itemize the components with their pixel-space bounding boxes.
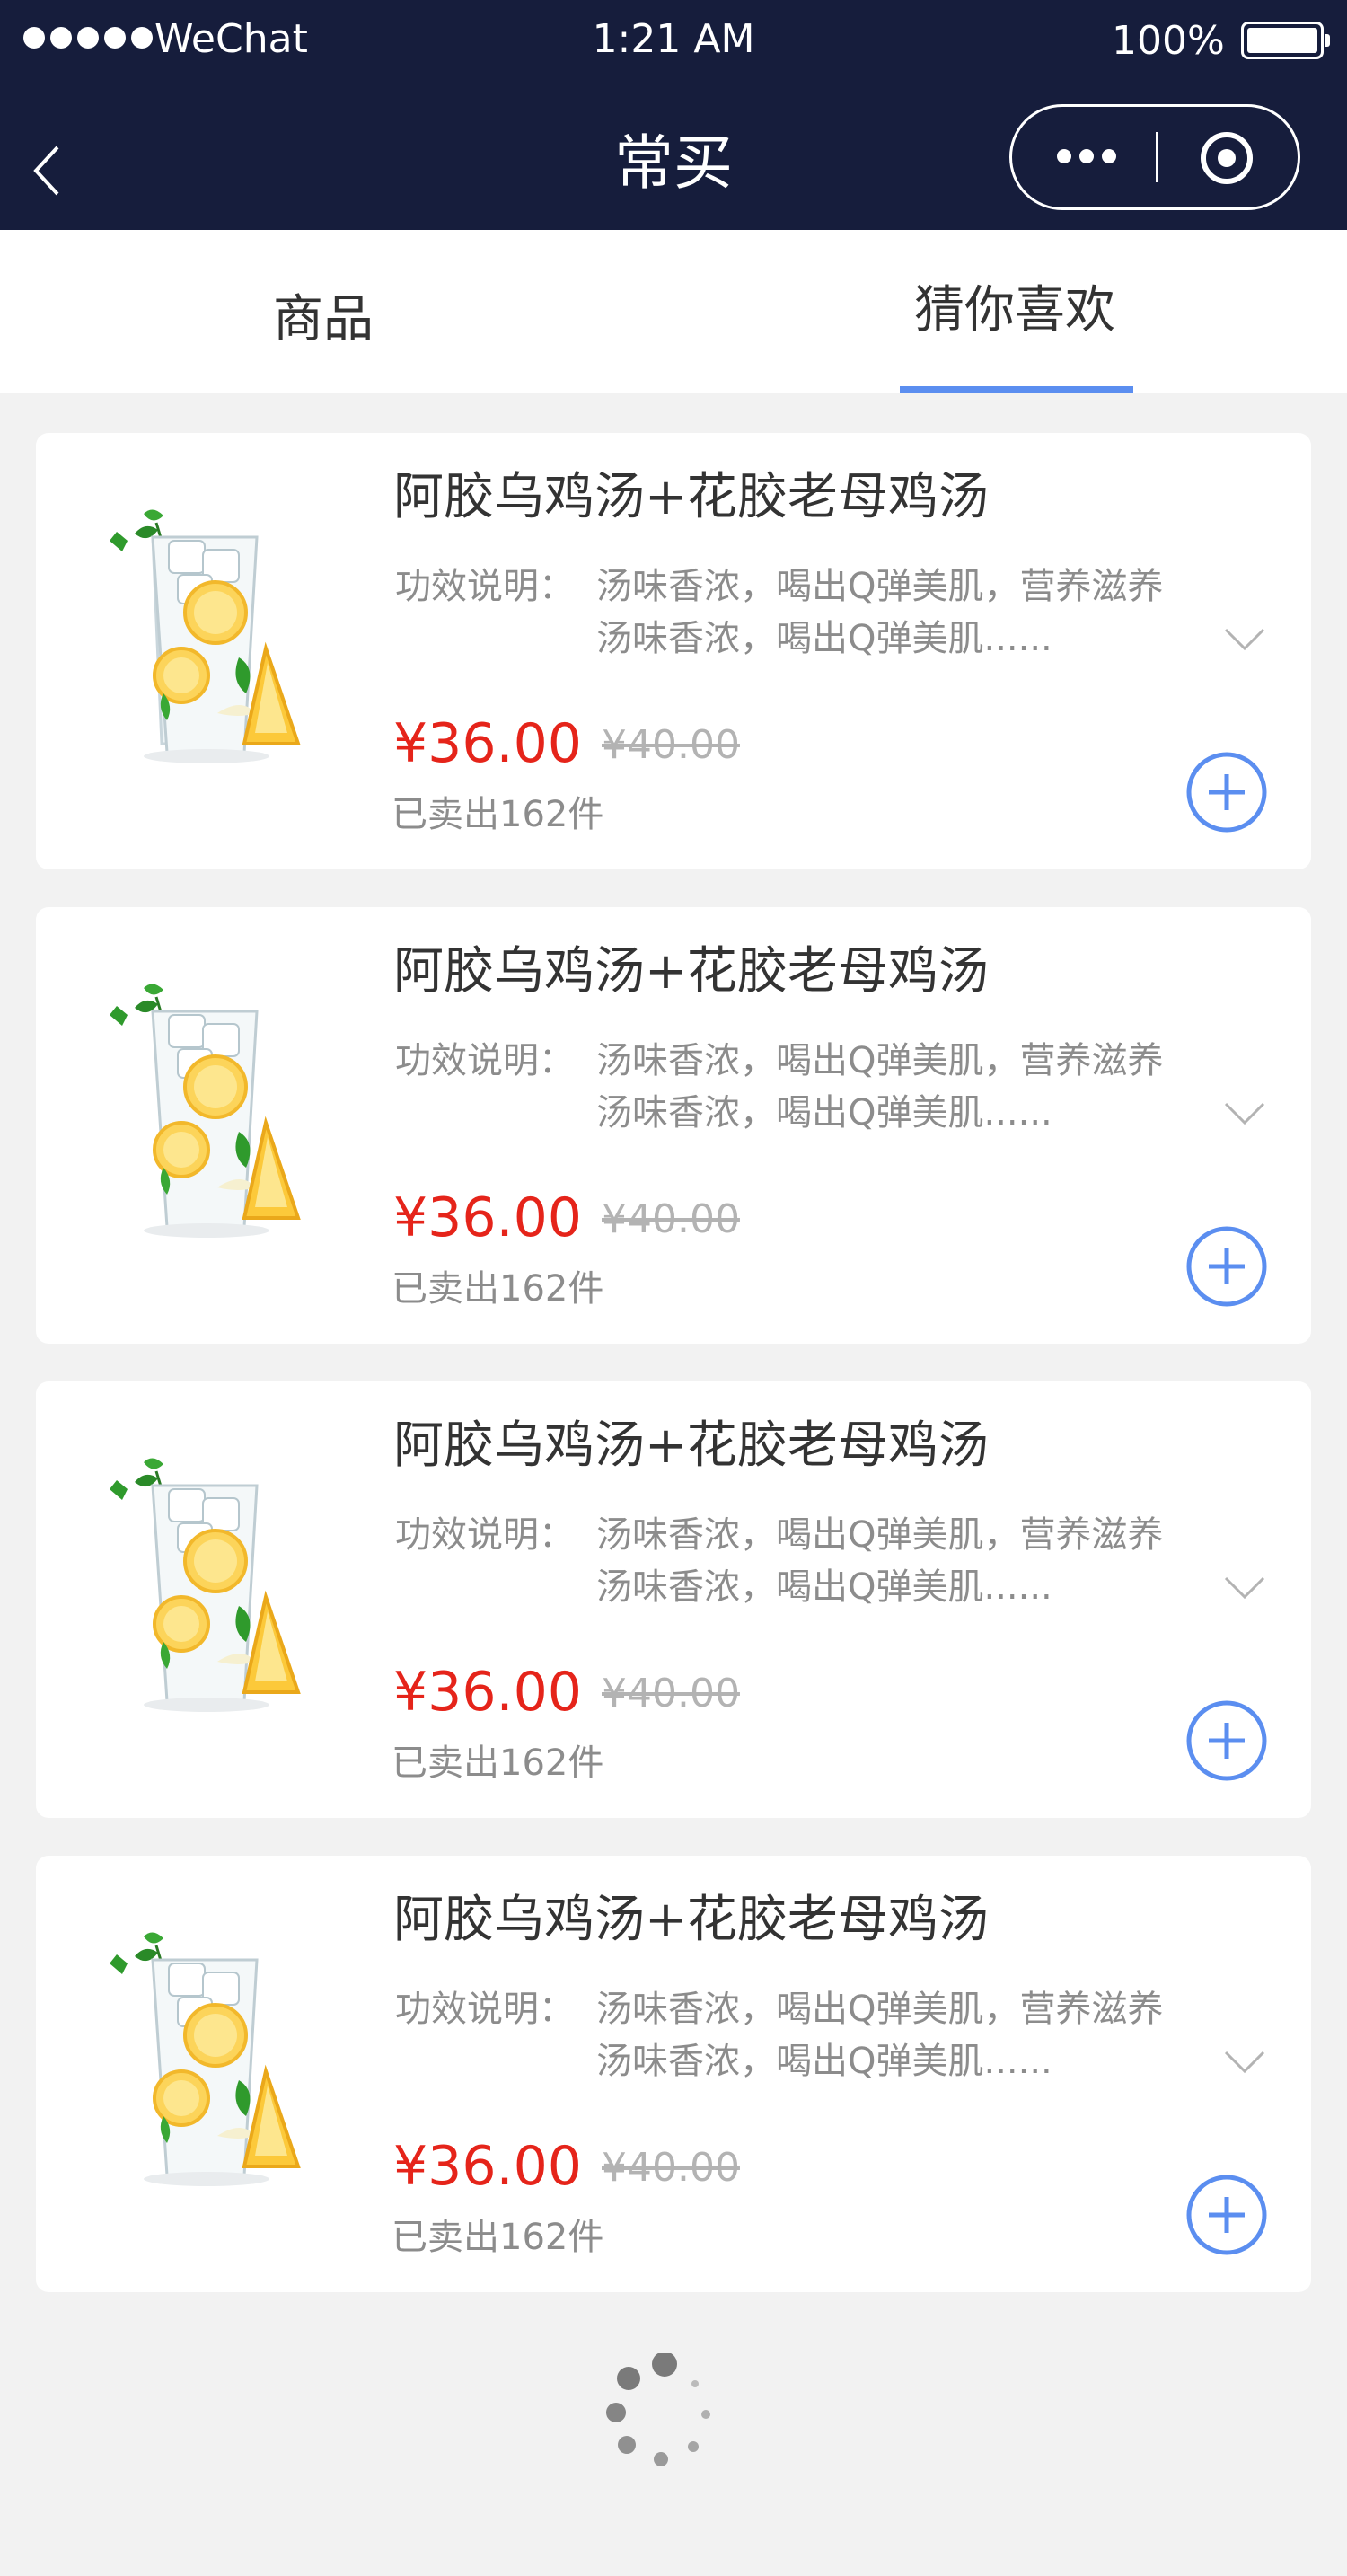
original-price: ¥40.00 xyxy=(602,722,740,768)
product-price: ¥36.00 xyxy=(393,1187,582,1249)
product-card[interactable]: 阿胶乌鸡汤+花胶老母鸡汤 功效说明： 汤味香浓，喝出Q弹美肌，营养滋养 汤味香浓… xyxy=(36,433,1311,869)
more-dots-icon[interactable] xyxy=(1012,107,1156,207)
description-line: 汤味香浓，喝出Q弹美肌...... xyxy=(596,1566,1052,1608)
tab-guess-label: 猜你喜欢 xyxy=(914,281,1115,340)
product-description: 汤味香浓，喝出Q弹美肌，营养滋养 汤味香浓，喝出Q弹美肌...... xyxy=(596,560,1243,665)
product-name: 阿胶乌鸡汤+花胶老母鸡汤 xyxy=(393,1416,989,1475)
add-to-cart-button[interactable] xyxy=(1185,751,1268,834)
app-header: WeChat 1:21 AM 100% 常买 xyxy=(0,0,1347,230)
chevron-down-icon[interactable] xyxy=(1223,2050,1266,2078)
active-tab-indicator xyxy=(900,386,1133,393)
description-line: 汤味香浓，喝出Q弹美肌，营养滋养 xyxy=(596,1514,1164,1556)
product-price: ¥36.00 xyxy=(393,1661,582,1724)
sold-count: 已卖出162件 xyxy=(392,794,604,835)
target-circle-icon[interactable] xyxy=(1158,107,1298,207)
tab-bar: 商品 猜你喜欢 xyxy=(0,230,1347,393)
tab-guess-you-like[interactable]: 猜你喜欢 xyxy=(862,230,1167,393)
battery-icon xyxy=(1241,22,1330,59)
sold-count: 已卖出162件 xyxy=(392,1268,604,1310)
original-price: ¥40.00 xyxy=(602,2145,740,2191)
description-label: 功效说明： xyxy=(395,1040,575,1081)
product-image xyxy=(63,1901,386,2224)
product-name: 阿胶乌鸡汤+花胶老母鸡汤 xyxy=(393,468,989,526)
status-bar: WeChat 1:21 AM 100% xyxy=(0,0,1347,81)
plus-circle-icon xyxy=(1186,752,1267,833)
product-description: 汤味香浓，喝出Q弹美肌，营养滋养 汤味香浓，喝出Q弹美肌...... xyxy=(596,1035,1243,1139)
page: WeChat 1:21 AM 100% 常买 商品 猜你喜欢 阿胶乌鸡汤+花胶老… xyxy=(0,0,1347,2576)
product-price: ¥36.00 xyxy=(393,2135,582,2198)
tab-goods-label: 商品 xyxy=(273,290,374,348)
product-image xyxy=(63,1426,386,1750)
description-line: 汤味香浓，喝出Q弹美肌，营养滋养 xyxy=(596,1040,1164,1081)
mini-program-capsule xyxy=(1009,104,1300,210)
description-label: 功效说明： xyxy=(395,566,575,607)
product-card[interactable]: 阿胶乌鸡汤+花胶老母鸡汤 功效说明： 汤味香浓，喝出Q弹美肌，营养滋养 汤味香浓… xyxy=(36,907,1311,1344)
description-line: 汤味香浓，喝出Q弹美肌，营养滋养 xyxy=(596,1989,1164,2030)
product-card[interactable]: 阿胶乌鸡汤+花胶老母鸡汤 功效说明： 汤味香浓，喝出Q弹美肌，营养滋养 汤味香浓… xyxy=(36,1381,1311,1818)
chevron-down-icon[interactable] xyxy=(1223,627,1266,656)
product-name: 阿胶乌鸡汤+花胶老母鸡汤 xyxy=(393,1891,989,1949)
product-name: 阿胶乌鸡汤+花胶老母鸡汤 xyxy=(393,942,989,1001)
add-to-cart-button[interactable] xyxy=(1185,2174,1268,2256)
product-description: 汤味香浓，喝出Q弹美肌，营养滋养 汤味香浓，喝出Q弹美肌...... xyxy=(596,1983,1243,2087)
product-description: 汤味香浓，喝出Q弹美肌，营养滋养 汤味香浓，喝出Q弹美肌...... xyxy=(596,1509,1243,1613)
navigation-bar: 常买 xyxy=(0,81,1347,230)
description-line: 汤味香浓，喝出Q弹美肌...... xyxy=(596,1092,1052,1134)
original-price: ¥40.00 xyxy=(602,1671,740,1716)
plus-circle-icon xyxy=(1186,2175,1267,2255)
description-label: 功效说明： xyxy=(395,1989,575,2030)
chevron-down-icon[interactable] xyxy=(1223,1101,1266,1130)
battery-percentage: 100% xyxy=(1112,18,1225,64)
loading-spinner-icon xyxy=(602,2351,718,2470)
description-line: 汤味香浓，喝出Q弹美肌...... xyxy=(596,2041,1052,2082)
sold-count: 已卖出162件 xyxy=(392,1742,604,1784)
description-line: 汤味香浓，喝出Q弹美肌，营养滋养 xyxy=(596,566,1164,607)
sold-count: 已卖出162件 xyxy=(392,2217,604,2258)
description-line: 汤味香浓，喝出Q弹美肌...... xyxy=(596,618,1052,659)
product-price: ¥36.00 xyxy=(393,712,582,775)
add-to-cart-button[interactable] xyxy=(1185,1225,1268,1308)
description-label: 功效说明： xyxy=(395,1514,575,1556)
product-card[interactable]: 阿胶乌鸡汤+花胶老母鸡汤 功效说明： 汤味香浓，喝出Q弹美肌，营养滋养 汤味香浓… xyxy=(36,1856,1311,2292)
plus-circle-icon xyxy=(1186,1700,1267,1781)
add-to-cart-button[interactable] xyxy=(1185,1699,1268,1782)
product-image xyxy=(63,952,386,1275)
tab-goods[interactable]: 商品 xyxy=(189,230,458,393)
chevron-down-icon[interactable] xyxy=(1223,1575,1266,1604)
product-image xyxy=(63,478,386,801)
plus-circle-icon xyxy=(1186,1226,1267,1307)
original-price: ¥40.00 xyxy=(602,1196,740,1242)
